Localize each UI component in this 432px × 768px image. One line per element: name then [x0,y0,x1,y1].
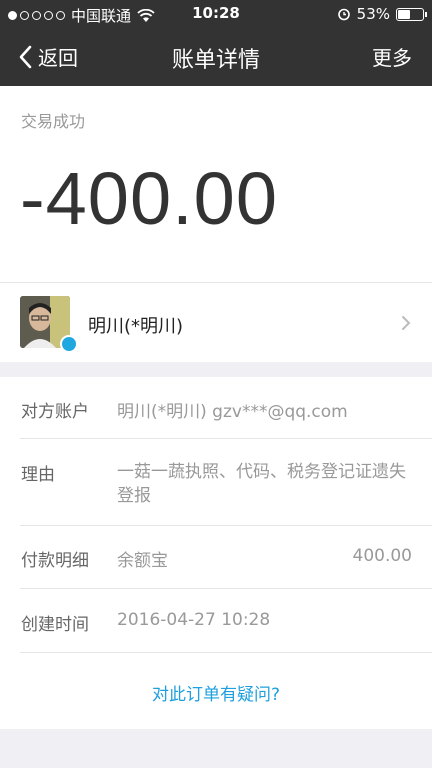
status-bar: 中国联通 10:28 53% [0,0,432,28]
created-time-row: 创建时间 2016-04-27 10:28 [0,589,432,653]
navigation-bar: 返回 账单详情 更多 [0,28,432,86]
payment-label: 付款明细 [21,551,89,571]
payment-method: 余额宝 [117,551,168,571]
transaction-amount: -400.00 [20,157,278,240]
chevron-right-icon [402,316,411,330]
account-label: 对方账户 [21,402,89,422]
created-value: 2016-04-27 10:28 [117,610,271,630]
verified-badge-icon [60,335,78,353]
transaction-details-card: 对方账户 明川(*明川) gzv***@qq.com 理由 一菇一蔬执照、代码、… [0,377,432,729]
counterparty-row[interactable]: 明川(*明川) [0,283,432,362]
transaction-summary-card: 交易成功 -400.00 明川(*明川) [0,86,432,362]
alarm-icon [337,8,350,21]
payment-row: 付款明细 余额宝 400.00 [0,526,432,589]
payment-amount: 400.00 [352,546,412,566]
reason-label: 理由 [21,465,55,485]
page-title: 账单详情 [171,48,260,73]
battery-icon [396,7,427,21]
account-value: 明川(*明川) gzv***@qq.com [117,402,348,422]
trade-status: 交易成功 [21,112,86,131]
created-label: 创建时间 [21,615,89,635]
reason-row: 理由 一菇一蔬执照、代码、税务登记证遗失登报 [0,439,432,526]
more-button[interactable]: 更多 [372,42,412,71]
counterparty-name: 明川(*明川) [88,316,184,337]
order-question-link[interactable]: 对此订单有疑问? [0,680,432,705]
account-row: 对方账户 明川(*明川) gzv***@qq.com [0,377,432,439]
reason-value: 一菇一蔬执照、代码、税务登记证遗失登报 [117,462,406,506]
battery-percent: 53% [356,5,390,23]
